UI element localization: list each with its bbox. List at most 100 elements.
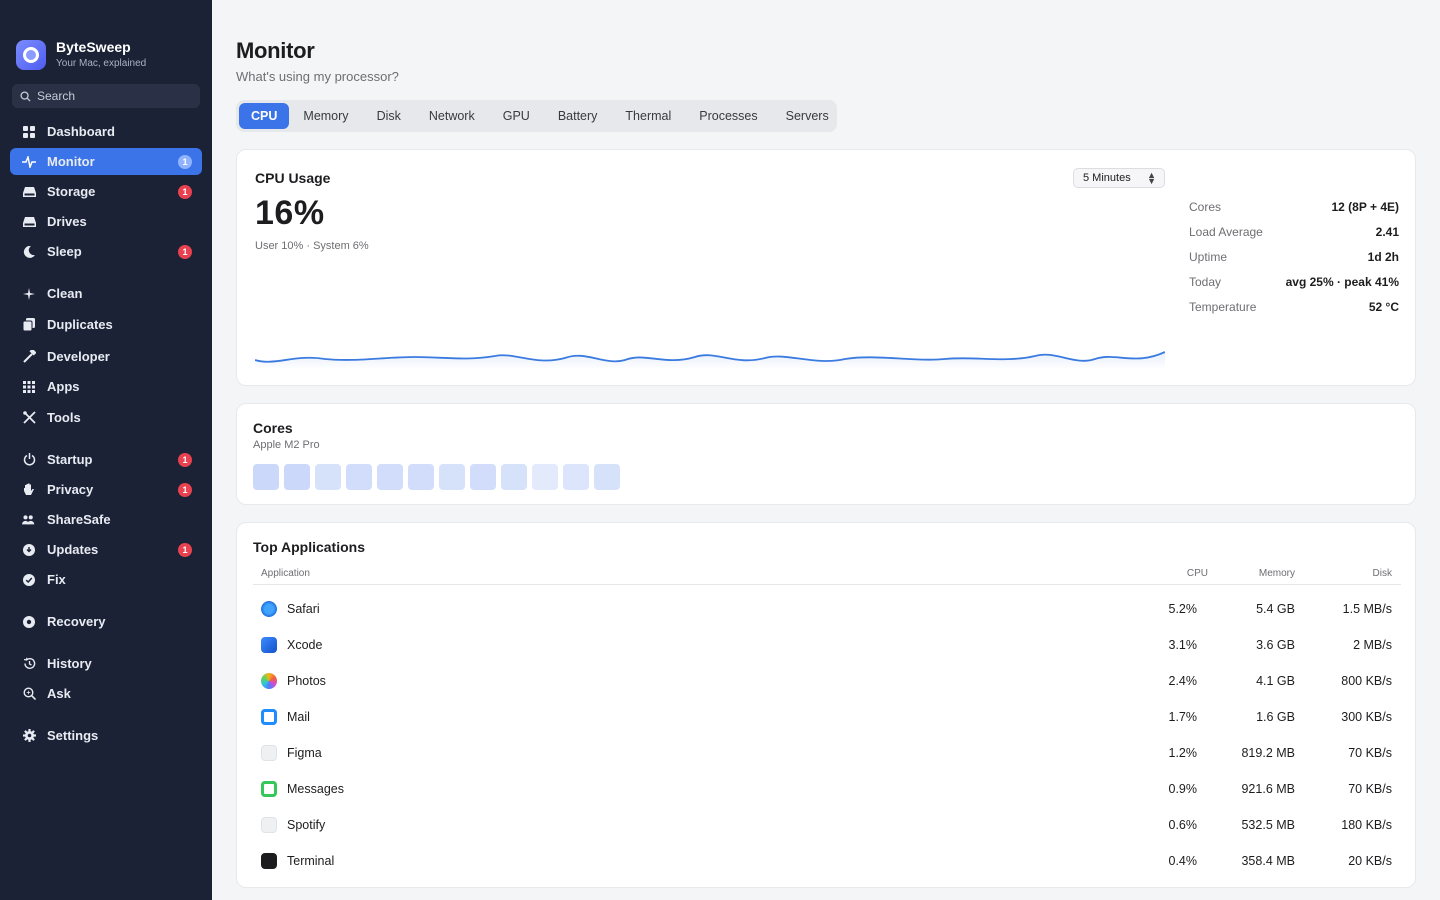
sidebar-item-label: Recovery bbox=[47, 614, 106, 629]
sidebar-item-clean[interactable]: Clean bbox=[10, 280, 202, 307]
sidebar-item-sleep[interactable]: Sleep 1 bbox=[10, 238, 202, 265]
tab-thermal[interactable]: Thermal bbox=[611, 103, 685, 129]
sidebar-item-fix[interactable]: Fix bbox=[10, 566, 202, 593]
tab-servers[interactable]: Servers bbox=[772, 103, 843, 129]
sidebar-item-updates[interactable]: Updates 1 bbox=[10, 536, 202, 563]
app-cpu: 5.2% bbox=[1168, 602, 1198, 616]
column-header-memory[interactable]: Memory bbox=[1259, 568, 1295, 579]
table-row[interactable]: Photos 2.4% 4.1 GB 800 KB/s bbox=[253, 663, 1401, 699]
moon-icon bbox=[22, 245, 36, 259]
table-row[interactable]: Terminal 0.4% 358.4 MB 20 KB/s bbox=[253, 843, 1401, 879]
people-icon bbox=[22, 513, 36, 527]
sidebar-item-label: Privacy bbox=[47, 482, 94, 497]
tab-network[interactable]: Network bbox=[415, 103, 489, 129]
sidebar-item-history[interactable]: History bbox=[10, 650, 202, 677]
table-row[interactable]: Xcode 3.1% 3.6 GB 2 MB/s bbox=[253, 627, 1401, 663]
sidebar-item-label: Tools bbox=[47, 410, 81, 425]
app-memory: 3.6 GB bbox=[1256, 638, 1295, 652]
app-disk: 300 KB/s bbox=[1341, 710, 1392, 724]
app-memory: 921.6 MB bbox=[1241, 782, 1295, 796]
sidebar-item-dashboard[interactable]: Dashboard bbox=[10, 118, 202, 145]
sidebar-item-label: History bbox=[47, 656, 92, 671]
tab-gpu[interactable]: GPU bbox=[489, 103, 544, 129]
column-header-disk[interactable]: Disk bbox=[1373, 568, 1392, 579]
stat-row-uptime: Uptime 1d 2h bbox=[1189, 250, 1399, 275]
cpu-usage-title: CPU Usage bbox=[255, 170, 331, 186]
app-cpu: 1.2% bbox=[1168, 746, 1198, 760]
notification-badge: 1 bbox=[178, 483, 192, 497]
sidebar-item-apps[interactable]: Apps bbox=[10, 373, 202, 400]
stat-label: Cores bbox=[1189, 200, 1222, 214]
sidebar-item-label: Clean bbox=[47, 286, 83, 301]
app-name: Spotify bbox=[287, 818, 326, 832]
apps-grid-icon bbox=[22, 380, 36, 394]
sidebar-item-label: Monitor bbox=[47, 154, 95, 169]
sidebar-item-ask[interactable]: Ask bbox=[10, 680, 202, 707]
messages-icon bbox=[261, 781, 277, 797]
sidebar-item-label: Duplicates bbox=[47, 317, 113, 332]
core-cell bbox=[284, 464, 310, 490]
stat-value: avg 25% · peak 41% bbox=[1285, 275, 1399, 289]
cpu-usage-percent: 16% bbox=[255, 194, 325, 232]
table-row[interactable]: Messages 0.9% 921.6 MB 70 KB/s bbox=[253, 771, 1401, 807]
tab-disk[interactable]: Disk bbox=[363, 103, 415, 129]
stat-value: 12 (8P + 4E) bbox=[1331, 200, 1400, 214]
sidebar-item-settings[interactable]: Settings bbox=[10, 722, 202, 749]
stat-label: Load Average bbox=[1189, 225, 1263, 239]
column-header-cpu[interactable]: CPU bbox=[1187, 568, 1208, 579]
core-cell bbox=[501, 464, 527, 490]
stat-value: 52 °C bbox=[1368, 300, 1399, 314]
app-memory: 358.4 MB bbox=[1241, 854, 1295, 868]
tab-processes[interactable]: Processes bbox=[685, 103, 771, 129]
stat-row-today: Today avg 25% · peak 41% bbox=[1189, 275, 1399, 300]
app-disk: 2 MB/s bbox=[1353, 638, 1392, 652]
app-logo-icon bbox=[16, 39, 46, 70]
search-input[interactable]: Search bbox=[12, 84, 200, 108]
sidebar-item-developer[interactable]: Developer bbox=[10, 343, 202, 370]
tab-memory[interactable]: Memory bbox=[289, 103, 362, 129]
sidebar-item-label: Dashboard bbox=[47, 124, 115, 139]
stat-value: 1d 2h bbox=[1367, 250, 1399, 264]
table-row[interactable]: Safari 5.2% 5.4 GB 1.5 MB/s bbox=[253, 591, 1401, 627]
brand: ByteSweep Your Mac, explained bbox=[16, 39, 146, 70]
time-range-select[interactable]: 5 Minutes ▲ ▼ bbox=[1073, 168, 1165, 188]
app-disk: 180 KB/s bbox=[1341, 818, 1392, 832]
table-row[interactable]: Mail 1.7% 1.6 GB 300 KB/s bbox=[253, 699, 1401, 735]
search-icon bbox=[20, 90, 31, 102]
page-subtitle: What's using my processor? bbox=[236, 69, 399, 84]
sidebar-item-privacy[interactable]: Privacy 1 bbox=[10, 476, 202, 503]
tab-cpu[interactable]: CPU bbox=[239, 103, 290, 129]
sidebar-item-storage[interactable]: Storage 1 bbox=[10, 178, 202, 205]
sidebar-item-label: ShareSafe bbox=[47, 512, 111, 527]
app-name: Xcode bbox=[287, 638, 323, 652]
sidebar-item-recovery[interactable]: Recovery bbox=[10, 608, 202, 635]
documents-icon bbox=[22, 318, 36, 332]
stat-value: 2.41 bbox=[1375, 225, 1399, 239]
sidebar-item-sharesafe[interactable]: ShareSafe bbox=[10, 506, 202, 533]
sidebar-item-tools[interactable]: Tools bbox=[10, 404, 202, 431]
tools-icon bbox=[22, 411, 36, 425]
app-cpu: 0.4% bbox=[1168, 854, 1198, 868]
sidebar-item-duplicates[interactable]: Duplicates bbox=[10, 311, 202, 338]
sidebar-item-drives[interactable]: Drives bbox=[10, 208, 202, 235]
check-badge-icon bbox=[22, 573, 36, 587]
sidebar-item-monitor[interactable]: Monitor 1 bbox=[10, 148, 202, 175]
xcode-icon bbox=[261, 637, 277, 653]
table-row[interactable]: Spotify 0.6% 532.5 MB 180 KB/s bbox=[253, 807, 1401, 843]
app-cpu: 0.9% bbox=[1168, 782, 1198, 796]
sidebar-item-label: Drives bbox=[47, 214, 87, 229]
app-name: Messages bbox=[287, 782, 344, 796]
core-cell bbox=[532, 464, 558, 490]
sidebar-item-label: Ask bbox=[47, 686, 71, 701]
sidebar-item-startup[interactable]: Startup 1 bbox=[10, 446, 202, 473]
tab-battery[interactable]: Battery bbox=[544, 103, 612, 129]
app-name: Mail bbox=[287, 710, 310, 724]
app-disk: 70 KB/s bbox=[1348, 746, 1392, 760]
core-cell bbox=[253, 464, 279, 490]
column-header-application[interactable]: Application bbox=[261, 568, 310, 579]
stat-row-cores: Cores 12 (8P + 4E) bbox=[1189, 200, 1399, 225]
notification-badge: 1 bbox=[178, 453, 192, 467]
table-row[interactable]: Figma 1.2% 819.2 MB 70 KB/s bbox=[253, 735, 1401, 771]
cpu-usage-chart bbox=[255, 351, 1165, 370]
notification-badge: 1 bbox=[178, 185, 192, 199]
